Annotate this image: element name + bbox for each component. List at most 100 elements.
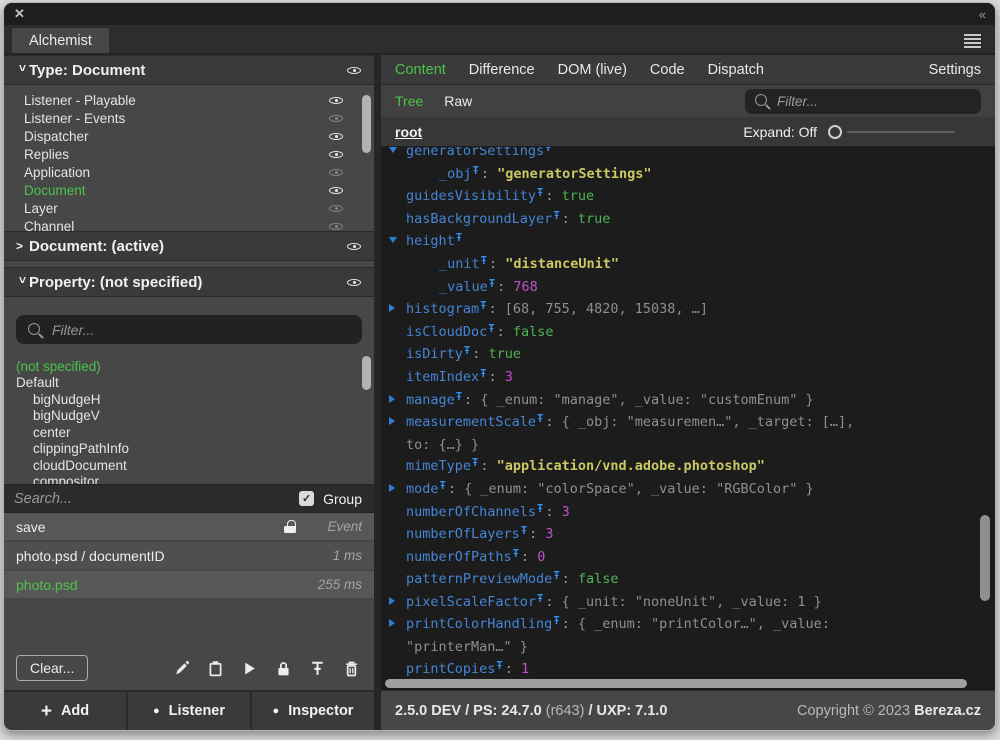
tree-line[interactable]: histogramŦ: [68, 755, 4820, 15038, …] — [389, 299, 995, 322]
clipboard-icon[interactable] — [207, 660, 224, 677]
tree-line[interactable]: numberOfLayersŦ: 3 — [389, 524, 995, 547]
tree-line[interactable]: numberOfPathsŦ: 0 — [389, 547, 995, 570]
type-item-application[interactable]: Application — [24, 163, 344, 181]
tab-dom-live[interactable]: DOM (live) — [558, 62, 627, 78]
tree-line[interactable]: patternPreviewModeŦ: false — [389, 569, 995, 592]
scrollbar-thumb[interactable] — [385, 679, 967, 688]
collapse-arrow-icon[interactable] — [389, 147, 406, 163]
tree-line[interactable]: manageŦ: { _enum: "manage", _value: "cus… — [389, 390, 995, 413]
lock-icon[interactable] — [275, 660, 292, 677]
collapse-icon[interactable]: « — [979, 7, 986, 22]
type-item-dispatcher[interactable]: Dispatcher — [24, 127, 344, 145]
pin-icon[interactable]: Ŧ — [481, 255, 487, 267]
trash-icon[interactable] — [343, 660, 360, 677]
expand-slider-track[interactable] — [847, 130, 955, 133]
pin-icon[interactable]: Ŧ — [472, 457, 478, 469]
property-section-header[interactable]: > Property: (not specified) — [4, 267, 374, 297]
property-item-clouddocument[interactable]: cloudDocument — [16, 457, 354, 474]
tree-line[interactable]: printColorHandlingŦ: { _enum: "printColo… — [389, 614, 995, 637]
tree-line[interactable]: _valueŦ: 768 — [389, 277, 995, 300]
pin-icon[interactable]: Ŧ — [537, 413, 543, 425]
type-item-listener-events[interactable]: Listener - Events — [24, 109, 344, 127]
property-item-center[interactable]: center — [16, 424, 354, 441]
tree-line[interactable]: "printerMan…" } — [389, 637, 995, 659]
result-row[interactable]: photo.psd / documentID 1 ms — [4, 542, 374, 569]
pin-icon[interactable]: Ŧ — [537, 187, 543, 199]
search-input[interactable] — [14, 490, 294, 507]
tree-line[interactable]: numberOfChannelsŦ: 3 — [389, 502, 995, 525]
pin-icon[interactable]: Ŧ — [553, 615, 559, 627]
pin-icon[interactable]: Ŧ — [496, 660, 502, 672]
tree-line[interactable]: to: {…} } — [389, 435, 995, 457]
tree-line[interactable]: itemIndexŦ: 3 — [389, 367, 995, 390]
tab-alchemist[interactable]: Alchemist — [12, 28, 109, 53]
property-item-bignudgev[interactable]: bigNudgeV — [16, 408, 354, 425]
pin-icon[interactable]: Ŧ — [553, 210, 559, 222]
expand-arrow-icon[interactable] — [389, 614, 406, 636]
tree-line[interactable]: heightŦ — [389, 231, 995, 254]
pin-icon[interactable]: Ŧ — [489, 278, 495, 290]
eye-icon[interactable] — [346, 239, 362, 253]
tree-line[interactable]: guidesVisibilityŦ: true — [389, 186, 995, 209]
property-item-not-specified[interactable]: (not specified) — [16, 358, 354, 375]
breadcrumb-root[interactable]: root — [395, 124, 422, 140]
pin-icon[interactable]: Ŧ — [537, 593, 543, 605]
result-row[interactable]: photo.psd 255 ms — [4, 571, 374, 598]
pin-icon[interactable]: Ŧ — [545, 147, 551, 154]
tree-line[interactable]: hasBackgroundLayerŦ: true — [389, 209, 995, 232]
tree-line[interactable]: _objŦ: "generatorSettings" — [389, 164, 995, 187]
eye-icon[interactable] — [328, 129, 344, 143]
pin-icon[interactable]: Ŧ — [480, 300, 486, 312]
type-section-header[interactable]: > Type: Document — [4, 55, 374, 85]
pin-icon[interactable]: Ŧ — [456, 232, 462, 244]
eye-icon[interactable] — [346, 275, 362, 289]
pin-icon[interactable]: Ŧ — [473, 165, 479, 177]
close-icon[interactable]: ✕ — [14, 6, 25, 22]
tab-settings[interactable]: Settings — [929, 62, 981, 78]
expand-arrow-icon[interactable] — [389, 299, 406, 321]
footer-button-inspector[interactable]: ● Inspector — [252, 692, 374, 730]
footer-button-listener[interactable]: ● Listener — [128, 692, 252, 730]
view-tab-tree[interactable]: Tree — [395, 93, 423, 109]
property-filter-input[interactable] — [16, 315, 362, 344]
scrollbar-thumb[interactable] — [362, 95, 371, 153]
pin-icon[interactable]: Ŧ — [553, 570, 559, 582]
tab-code[interactable]: Code — [650, 62, 685, 78]
eye-icon[interactable] — [328, 219, 344, 231]
view-tab-raw[interactable]: Raw — [444, 93, 472, 109]
eye-icon[interactable] — [328, 165, 344, 179]
pin-icon[interactable] — [309, 660, 326, 677]
clear-button[interactable]: Clear... — [16, 655, 89, 681]
document-section-header[interactable]: > Document: (active) — [4, 231, 374, 261]
property-item-compositor[interactable]: compositor — [16, 474, 354, 484]
expand-arrow-icon[interactable] — [389, 592, 406, 614]
pin-icon[interactable]: Ŧ — [456, 391, 462, 403]
collapse-arrow-icon[interactable] — [389, 231, 406, 253]
pin-icon[interactable]: Ŧ — [537, 503, 543, 515]
result-row[interactable]: save Event — [4, 513, 374, 540]
pin-icon[interactable]: Ŧ — [480, 368, 486, 380]
tree-line[interactable]: printCopiesŦ: 1 — [389, 659, 995, 678]
pencil-icon[interactable] — [173, 660, 190, 677]
eye-icon[interactable] — [346, 63, 362, 77]
tree-line[interactable]: modeŦ: { _enum: "colorSpace", _value: "R… — [389, 479, 995, 502]
eye-icon[interactable] — [328, 183, 344, 197]
expand-arrow-icon[interactable] — [389, 390, 406, 412]
tab-content[interactable]: Content — [395, 62, 446, 78]
tree-line[interactable]: isCloudDocŦ: false — [389, 322, 995, 345]
tree-line[interactable]: isDirtyŦ: true — [389, 344, 995, 367]
pin-icon[interactable]: Ŧ — [521, 525, 527, 537]
tree-filter-input[interactable] — [745, 88, 981, 114]
property-item-default[interactable]: Default — [16, 375, 354, 392]
expand-arrow-icon[interactable] — [389, 479, 406, 501]
play-icon[interactable] — [241, 660, 258, 677]
type-item-replies[interactable]: Replies — [24, 145, 344, 163]
tree-line[interactable]: measurementScaleŦ: { _obj: "measuremen…"… — [389, 412, 995, 435]
type-item-listener-playable[interactable]: Listener - Playable — [24, 91, 344, 109]
eye-icon[interactable] — [328, 111, 344, 125]
tree-line[interactable]: generatorSettingsŦ — [389, 147, 995, 164]
pin-icon[interactable]: Ŧ — [513, 548, 519, 560]
scrollbar-thumb[interactable] — [980, 515, 990, 601]
pin-icon[interactable]: Ŧ — [440, 480, 446, 492]
expand-arrow-icon[interactable] — [389, 412, 406, 434]
